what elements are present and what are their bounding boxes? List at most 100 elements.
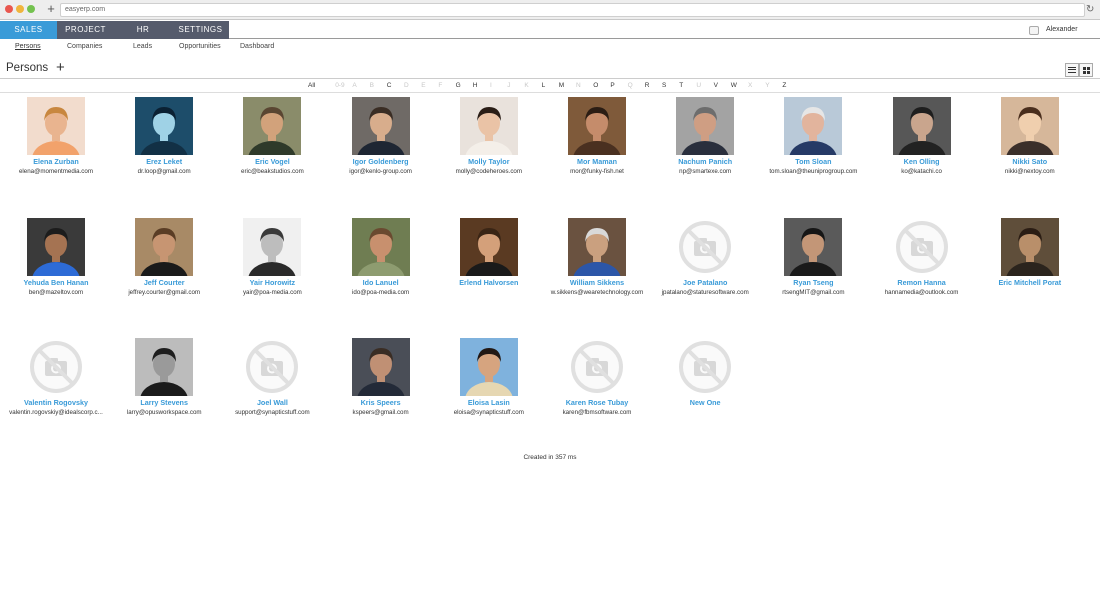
alphabet-letter-c[interactable]: C <box>387 82 392 89</box>
person-card[interactable]: Remon Hanna hannamedia@outlook.com <box>868 218 976 296</box>
subnav-opportunities[interactable]: Opportunities <box>179 43 221 50</box>
person-name[interactable]: Jeff Courter <box>110 278 218 287</box>
nav-tab-settings[interactable]: SETTINGS <box>172 21 229 39</box>
person-card[interactable]: William Sikkens w.sikkens@wearetechnolog… <box>543 218 651 296</box>
alphabet-letter-l[interactable]: L <box>542 82 546 89</box>
alphabet-letter-m[interactable]: M <box>559 82 564 89</box>
person-photo[interactable] <box>676 97 735 155</box>
person-photo[interactable] <box>784 218 843 276</box>
person-name[interactable]: Joe Patalano <box>651 278 759 287</box>
person-card[interactable]: Igor Goldenberg igor@kenlo-group.com <box>327 97 435 175</box>
person-name[interactable]: Nikki Sato <box>976 157 1084 166</box>
person-photo[interactable] <box>568 218 626 276</box>
alphabet-letter-g[interactable]: G <box>456 82 461 89</box>
person-photo[interactable] <box>135 97 194 155</box>
person-photo[interactable] <box>351 218 410 276</box>
person-name[interactable]: William Sikkens <box>543 278 651 287</box>
alphabet-letter-s[interactable]: S <box>662 82 666 89</box>
person-photo[interactable] <box>135 338 194 396</box>
person-name[interactable]: Ryan Tseng <box>759 278 867 287</box>
person-card[interactable]: Elena Zurban elena@momentmedia.com <box>2 97 110 175</box>
user-avatar-icon[interactable] <box>1029 26 1039 35</box>
person-name[interactable]: Nachum Panich <box>651 157 759 166</box>
person-card[interactable]: Tom Sloan tom.sloan@theuniprogroup.com <box>759 97 867 175</box>
no-photo-icon[interactable] <box>27 338 85 396</box>
person-name[interactable]: Remon Hanna <box>868 278 976 287</box>
no-photo-icon[interactable] <box>676 218 734 276</box>
user-name[interactable]: Alexander <box>1046 21 1078 39</box>
person-name[interactable]: Elena Zurban <box>2 157 110 166</box>
minimize-window-icon[interactable] <box>16 5 24 13</box>
alphabet-letter-v[interactable]: V <box>714 82 718 89</box>
alphabet-letter-z[interactable]: Z <box>782 82 786 89</box>
grid-view-button[interactable] <box>1079 63 1093 77</box>
person-name[interactable]: Eloisa Lasin <box>435 398 543 407</box>
person-card[interactable]: Eric Mitchell Porat <box>976 218 1084 289</box>
alphabet-letter-o[interactable]: O <box>593 82 598 89</box>
person-name[interactable]: Joel Wall <box>218 398 326 407</box>
person-card[interactable]: Yehuda Ben Hanan ben@mazeltov.com <box>2 218 110 296</box>
person-card[interactable]: Joe Patalano jpatalano@staturesoftware.c… <box>651 218 759 296</box>
person-photo[interactable] <box>351 338 410 396</box>
person-name[interactable]: Molly Taylor <box>435 157 543 166</box>
list-view-button[interactable] <box>1065 63 1079 77</box>
person-photo[interactable] <box>243 97 302 155</box>
subnav-companies[interactable]: Companies <box>67 43 102 50</box>
person-photo[interactable] <box>351 97 410 155</box>
person-card[interactable]: Karen Rose Tubay karen@fbmsoftware.com <box>543 338 651 416</box>
person-photo[interactable] <box>459 338 518 396</box>
person-name[interactable]: Igor Goldenberg <box>327 157 435 166</box>
alphabet-letter-h[interactable]: H <box>473 82 478 89</box>
close-window-icon[interactable] <box>5 5 13 13</box>
no-photo-icon[interactable] <box>243 338 301 396</box>
person-name[interactable]: Larry Stevens <box>110 398 218 407</box>
subnav-persons[interactable]: Persons <box>15 43 41 50</box>
alphabet-letter-w[interactable]: W <box>731 82 737 89</box>
person-name[interactable]: Eric Mitchell Porat <box>976 278 1084 287</box>
person-card[interactable]: Eric Vogel eric@beakstudios.com <box>218 97 326 175</box>
person-photo[interactable] <box>1000 97 1059 155</box>
nav-tab-hr[interactable]: HR <box>114 21 172 39</box>
person-card[interactable]: Yair Horowitz yair@poa-media.com <box>218 218 326 296</box>
no-photo-icon[interactable] <box>568 338 626 396</box>
person-name[interactable]: Kris Speers <box>327 398 435 407</box>
alphabet-letter-r[interactable]: R <box>645 82 650 89</box>
no-photo-icon[interactable] <box>676 338 734 396</box>
person-card[interactable]: Ryan Tseng rtsengMIT@gmail.com <box>759 218 867 296</box>
person-card[interactable]: Nachum Panich np@smartexe.com <box>651 97 759 175</box>
person-photo[interactable] <box>568 97 626 155</box>
reload-icon[interactable]: ↻ <box>1086 3 1098 17</box>
person-name[interactable]: Yehuda Ben Hanan <box>2 278 110 287</box>
person-name[interactable]: Karen Rose Tubay <box>543 398 651 407</box>
person-name[interactable]: Erez Leket <box>110 157 218 166</box>
person-photo[interactable] <box>135 218 194 276</box>
person-card[interactable]: Valentin Rogovsky valentin.rogovskiy@ide… <box>2 338 110 416</box>
person-card[interactable]: Molly Taylor molly@codeheroes.com <box>435 97 543 175</box>
subnav-leads[interactable]: Leads <box>133 43 152 50</box>
person-photo[interactable] <box>27 218 85 276</box>
subnav-dashboard[interactable]: Dashboard <box>240 43 274 50</box>
alphabet-letter-t[interactable]: T <box>679 82 683 89</box>
maximize-window-icon[interactable] <box>27 5 35 13</box>
person-photo[interactable] <box>27 97 85 155</box>
alphabet-letter-all[interactable]: All <box>308 82 315 89</box>
person-name[interactable]: Yair Horowitz <box>218 278 326 287</box>
person-name[interactable]: Ken Olling <box>868 157 976 166</box>
person-card[interactable]: Ken Olling ko@katachi.co <box>868 97 976 175</box>
person-name[interactable]: Erlend Halvorsen <box>435 278 543 287</box>
person-card[interactable]: Larry Stevens larry@opusworkspace.com <box>110 338 218 416</box>
person-card[interactable]: Kris Speers kspeers@gmail.com <box>327 338 435 416</box>
person-name[interactable]: Tom Sloan <box>759 157 867 166</box>
person-card[interactable]: Eloisa Lasin eloisa@synapticstuff.com <box>435 338 543 416</box>
person-card[interactable]: Joel Wall support@synapticstuff.com <box>218 338 326 416</box>
person-photo[interactable] <box>459 97 518 155</box>
address-bar[interactable]: easyerp.com <box>60 3 1085 17</box>
person-photo[interactable] <box>1000 218 1059 276</box>
person-card[interactable]: Erlend Halvorsen <box>435 218 543 289</box>
new-tab-button[interactable]: + <box>44 2 58 16</box>
person-name[interactable]: Eric Vogel <box>218 157 326 166</box>
person-name[interactable]: Ido Lanuel <box>327 278 435 287</box>
person-name[interactable]: New One <box>651 398 759 407</box>
person-photo[interactable] <box>243 218 302 276</box>
add-person-button[interactable]: + <box>56 60 65 75</box>
